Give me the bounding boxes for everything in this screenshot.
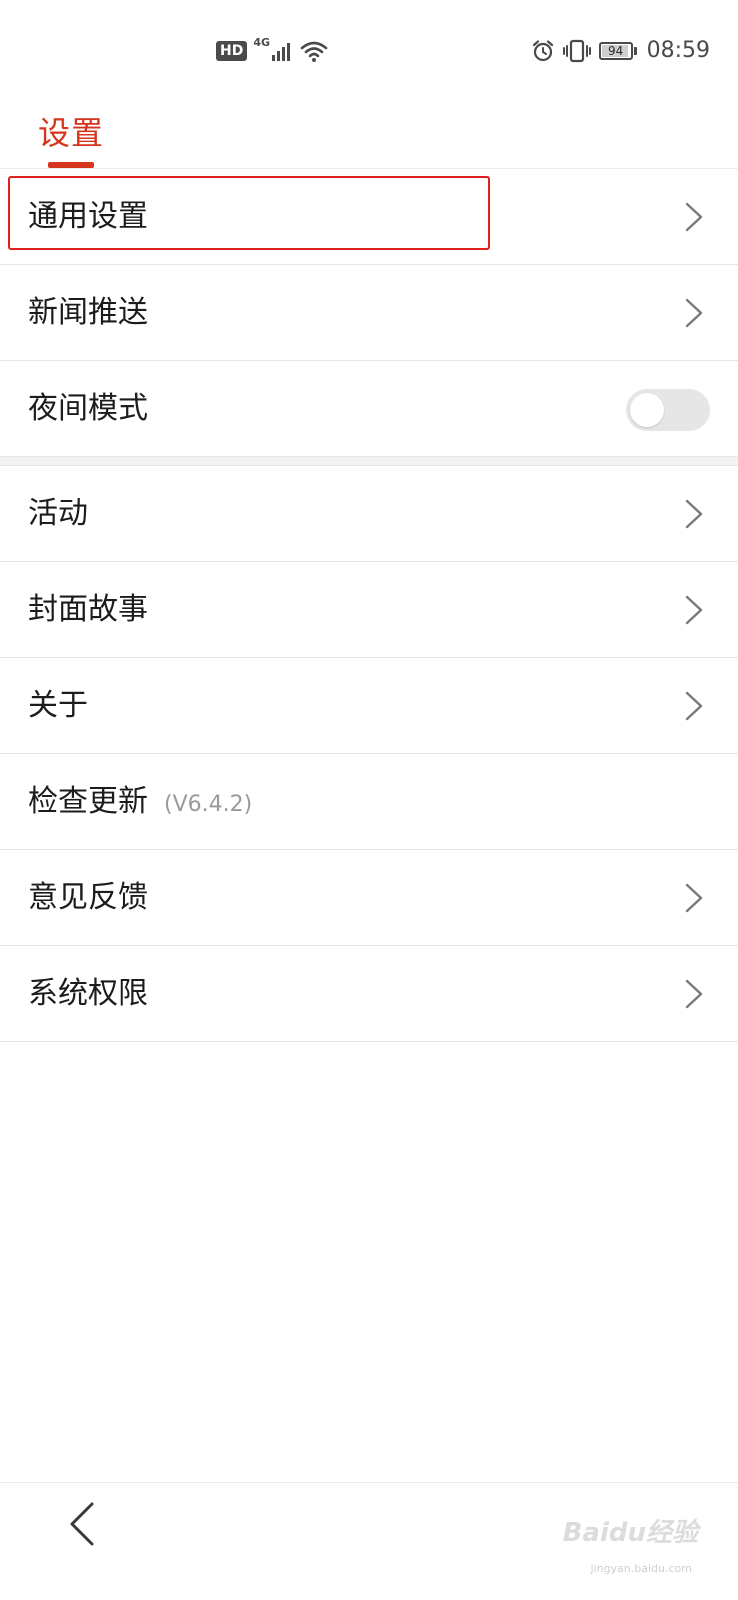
settings-row-about[interactable]: 关于 bbox=[0, 658, 738, 754]
battery-icon: 94 bbox=[598, 41, 637, 60]
chevron-right-icon bbox=[685, 499, 703, 529]
battery-tip bbox=[633, 46, 637, 55]
row-label: 检查更新 (V6.4.2) bbox=[28, 754, 252, 853]
chevron-right-icon bbox=[685, 595, 703, 625]
row-label: 夜间模式 bbox=[28, 391, 148, 426]
toggle-knob bbox=[630, 393, 664, 427]
wifi-icon bbox=[300, 41, 328, 62]
status-bar: HD 4G 94 08:59 bbox=[0, 0, 738, 104]
battery-body: 94 bbox=[598, 41, 633, 60]
settings-row-feedback[interactable]: 意见反馈 bbox=[0, 850, 738, 946]
settings-row-general[interactable]: 通用设置 bbox=[0, 169, 738, 265]
vibrate-icon bbox=[562, 39, 591, 62]
row-label: 封面故事 bbox=[28, 592, 148, 627]
group-gap bbox=[0, 457, 738, 466]
settings-row-cover-story[interactable]: 封面故事 bbox=[0, 562, 738, 658]
back-button[interactable] bbox=[64, 1500, 104, 1548]
row-label: 活动 bbox=[28, 496, 88, 531]
settings-row-check-update[interactable]: 检查更新 (V6.4.2) bbox=[0, 754, 738, 850]
chevron-right-icon bbox=[685, 691, 703, 721]
settings-row-activity[interactable]: 活动 bbox=[0, 466, 738, 562]
settings-row-permissions[interactable]: 系统权限 bbox=[0, 946, 738, 1042]
watermark-url: jingyan.baidu.com bbox=[590, 1562, 692, 1575]
chevron-right-icon bbox=[685, 298, 703, 328]
watermark-logo: Baidu经验 bbox=[562, 1518, 698, 1548]
page-title: 设置 bbox=[38, 114, 105, 152]
settings-list: 通用设置 新闻推送 夜间模式 活动 封面故事 关于 检查更新 (V6.4.2) … bbox=[0, 169, 738, 1042]
row-label: 关于 bbox=[28, 688, 88, 723]
chevron-right-icon bbox=[685, 202, 703, 232]
row-label-text: 检查更新 bbox=[28, 784, 148, 819]
chevron-right-icon bbox=[685, 979, 703, 1009]
status-bar-right: 94 08:59 bbox=[531, 38, 710, 63]
chevron-right-icon bbox=[685, 883, 703, 913]
night-mode-toggle[interactable] bbox=[626, 389, 710, 431]
bottom-divider bbox=[0, 1482, 738, 1483]
settings-row-news-push[interactable]: 新闻推送 bbox=[0, 265, 738, 361]
row-label: 意见反馈 bbox=[28, 880, 148, 915]
status-bar-left: HD 4G bbox=[216, 36, 328, 62]
alarm-clock-icon bbox=[532, 39, 553, 61]
battery-level: 94 bbox=[607, 43, 624, 58]
row-label: 系统权限 bbox=[28, 976, 148, 1011]
network-type: 4G bbox=[253, 36, 271, 49]
chevron-left-icon bbox=[70, 1502, 94, 1546]
hd-badge: HD bbox=[216, 41, 248, 61]
version-text: (V6.4.2) bbox=[164, 792, 253, 817]
settings-row-night-mode: 夜间模式 bbox=[0, 361, 738, 457]
signal-bars-icon bbox=[272, 43, 291, 61]
row-label: 新闻推送 bbox=[28, 295, 148, 330]
clock: 08:59 bbox=[646, 38, 710, 63]
row-label: 通用设置 bbox=[28, 199, 148, 234]
